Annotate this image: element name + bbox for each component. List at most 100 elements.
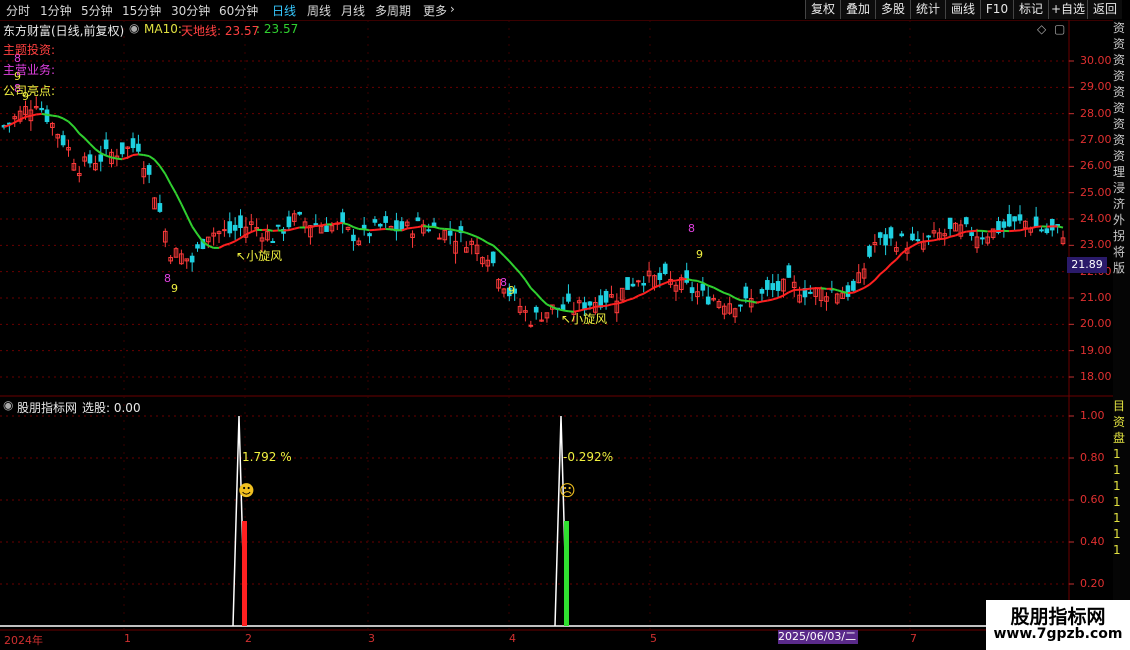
- main-business-label: 主营业务:: [3, 63, 56, 77]
- period-tab-60min[interactable]: 60分钟: [219, 2, 258, 19]
- side-info-column-2: 目资盘 1 1 1 1 1 1 1: [1113, 398, 1130, 628]
- ma-segment: [777, 294, 784, 299]
- period-tab-more[interactable]: 更多: [423, 2, 447, 19]
- pct-unit: %: [601, 450, 614, 464]
- candle-body: [415, 217, 421, 222]
- diamond-icon[interactable]: ◇: [1037, 22, 1046, 36]
- ma-segment: [143, 153, 150, 158]
- ma-segment: [740, 299, 746, 302]
- price-axis-label: 27.00: [1080, 133, 1112, 146]
- chevron-right-icon[interactable]: ›: [450, 2, 455, 16]
- ma-segment: [310, 224, 317, 229]
- ma-segment: [675, 278, 682, 282]
- stats-button[interactable]: 统计: [910, 0, 945, 19]
- ma-segment: [294, 226, 300, 230]
- candle-body: [851, 280, 856, 291]
- ma-segment: [14, 118, 21, 124]
- ma-segment: [804, 287, 811, 291]
- period-tab-5min[interactable]: 5分钟: [81, 2, 113, 19]
- smile-icon: ☻: [238, 481, 255, 500]
- td-count-label: 8: [500, 276, 507, 289]
- period-tab-monthly[interactable]: 月线: [341, 2, 365, 19]
- side-char: 资: [1113, 149, 1126, 163]
- candle-body: [313, 223, 319, 226]
- stock-title[interactable]: 东方财富(日线,前复权): [3, 22, 124, 39]
- ma-segment: [782, 291, 790, 297]
- period-tab-daily[interactable]: 日线: [272, 2, 296, 19]
- ma-segment: [315, 224, 322, 227]
- period-tab-weekly[interactable]: 周线: [307, 2, 331, 19]
- xiaoxuanfeng-annotation-2: ↖小旋风: [561, 310, 607, 327]
- candle-body: [130, 138, 136, 149]
- time-label-4: 4: [509, 632, 516, 645]
- candle-body: [119, 142, 125, 155]
- candle-body: [189, 255, 195, 263]
- candle-body: [775, 281, 781, 291]
- back-button[interactable]: 返回: [1087, 0, 1122, 19]
- ma-segment: [1019, 228, 1026, 232]
- period-tab-30min[interactable]: 30分钟: [171, 2, 210, 19]
- side-char: 理: [1113, 165, 1126, 179]
- side-char: 1: [1113, 527, 1121, 541]
- company-highlight-label: 公司亮点:: [3, 84, 56, 98]
- candle-body: [60, 135, 66, 146]
- side-char: 资: [1113, 101, 1126, 115]
- mark-button[interactable]: 标记: [1013, 0, 1048, 19]
- ma-segment: [67, 120, 75, 128]
- price-axis-label: 24.00: [1080, 212, 1112, 225]
- side-char: 资: [1113, 133, 1126, 147]
- price-axis-label: 19.00: [1080, 343, 1112, 357]
- f10-button[interactable]: F10: [980, 0, 1013, 19]
- indicator-title[interactable]: 股朋指标网: [17, 399, 77, 416]
- ma-segment: [664, 279, 671, 284]
- ma-segment: [185, 214, 194, 227]
- ma-segment: [207, 244, 215, 249]
- ma-segment: [756, 300, 763, 304]
- ma-segment: [697, 279, 704, 284]
- adjust-button[interactable]: 复权: [805, 0, 840, 19]
- ma-segment: [928, 239, 935, 242]
- ma-segment: [530, 287, 537, 295]
- candle-body: [39, 107, 44, 111]
- candle-body: [1049, 218, 1055, 231]
- ma-segment: [955, 232, 962, 237]
- candle-body: [566, 293, 571, 302]
- ma-segment: [481, 238, 489, 244]
- settings-circle-icon[interactable]: ◉: [3, 398, 13, 412]
- ma-segment: [707, 284, 714, 289]
- ma-segment: [121, 156, 128, 161]
- settings-circle-icon[interactable]: ◉: [129, 21, 139, 35]
- candle-body: [367, 233, 372, 237]
- period-tab-1min[interactable]: 1分钟: [40, 2, 72, 19]
- side-char: 资: [1113, 37, 1126, 51]
- candle-body: [684, 270, 690, 283]
- period-tab-fenshi[interactable]: 分时: [6, 2, 30, 19]
- ma-segment: [229, 240, 236, 245]
- ma-segment: [83, 137, 91, 145]
- candle-body: [297, 211, 302, 215]
- ma-segment: [25, 114, 32, 118]
- ma-segment: [465, 231, 473, 236]
- side-char: 目: [1113, 399, 1126, 413]
- candle-body: [222, 229, 227, 232]
- ma-segment: [407, 226, 413, 230]
- ma-line: [3, 112, 1064, 313]
- ma-segment: [164, 173, 172, 185]
- ma-segment: [180, 203, 188, 216]
- ma-segment: [191, 225, 199, 235]
- side-char: 盘: [1113, 431, 1126, 445]
- period-tab-multi[interactable]: 多周期: [375, 2, 411, 19]
- window-icon[interactable]: ▢: [1054, 22, 1065, 36]
- ma-segment: [1030, 225, 1037, 230]
- multi-stock-button[interactable]: 多股: [875, 0, 910, 19]
- period-tab-15min[interactable]: 15分钟: [122, 2, 161, 19]
- overlay-button[interactable]: 叠加: [840, 0, 875, 19]
- signal-2-value: -0.292: [563, 450, 602, 464]
- candle-body: [636, 280, 641, 283]
- add-watchlist-button[interactable]: +自选: [1048, 0, 1087, 19]
- kline-chart[interactable]: 8989 898989: [0, 20, 1113, 650]
- draw-line-button[interactable]: 画线: [945, 0, 980, 19]
- ma-segment: [234, 237, 242, 243]
- indicator-bar: [242, 521, 247, 626]
- ma-segment: [1025, 227, 1031, 230]
